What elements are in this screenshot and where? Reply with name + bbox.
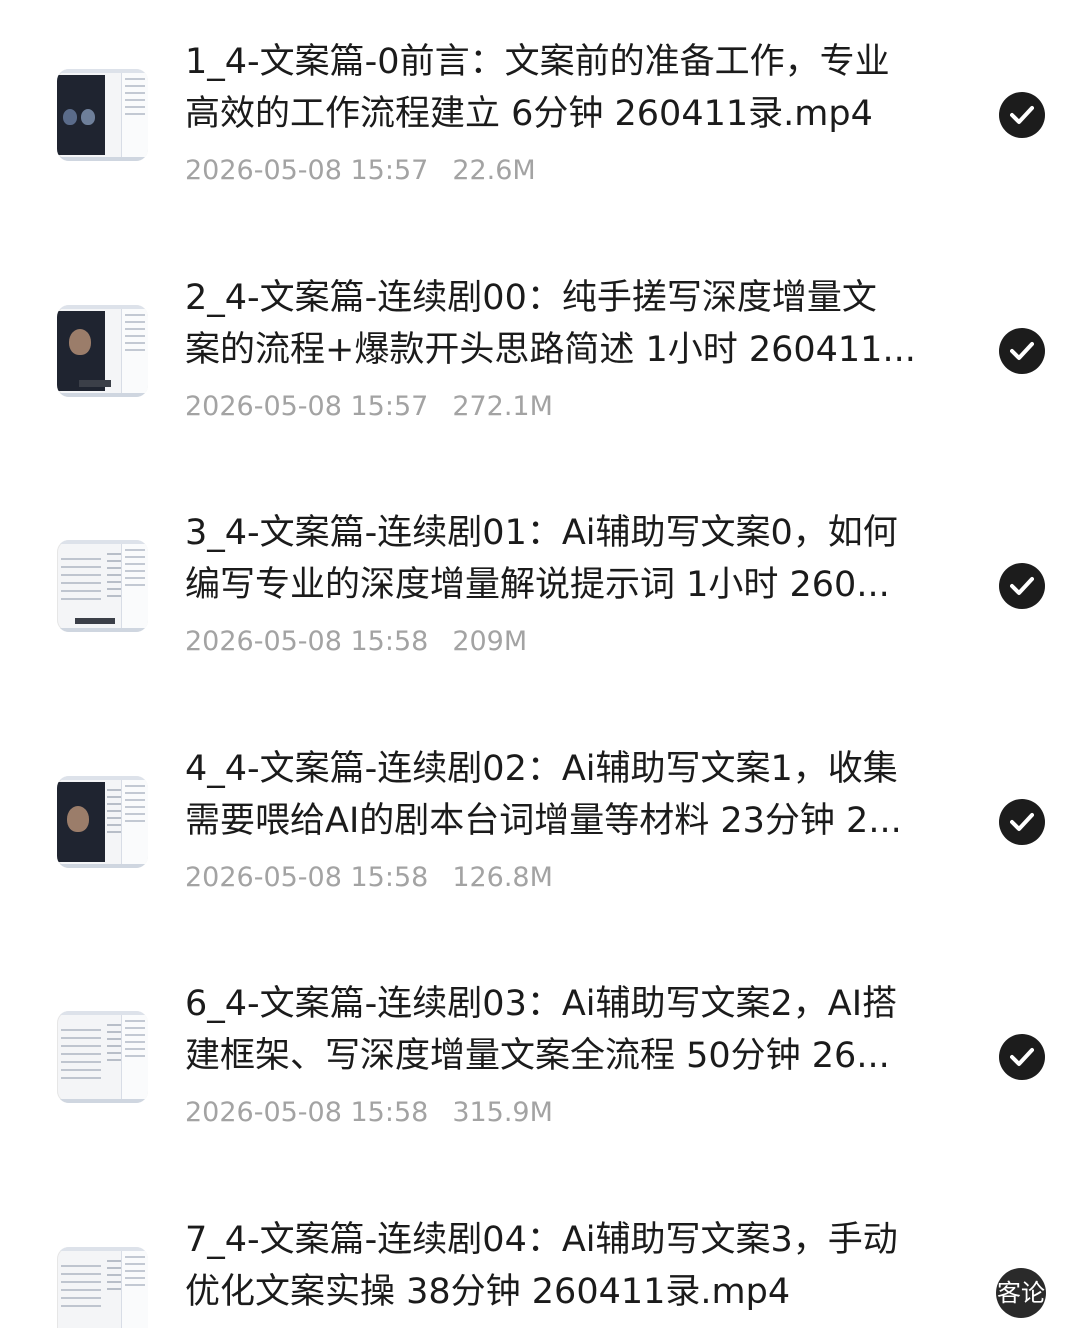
file-size: 22.6M	[452, 155, 536, 186]
file-meta: 2026-05-08 15:58 315.9M	[185, 1096, 553, 1130]
file-meta: 2026-05-08 15:58 209M	[185, 625, 527, 659]
file-title-line: 4_4-文案篇-连续剧02：Ai辅助写文案1，收集	[185, 749, 898, 789]
watermark-logo: 客论	[996, 1268, 1046, 1318]
file-title-line: 建框架、写深度增量文案全流程 50分钟 26...	[185, 1036, 890, 1076]
file-title-line: 需要喂给AI的剧本台词增量等材料 23分钟 2...	[185, 801, 902, 841]
file-list-item[interactable]: 6_4-文案篇-连续剧03：Ai辅助写文案2，AI搭 建框架、写深度增量文案全流…	[0, 942, 1080, 1178]
file-list: 1_4-文案篇-0前言：文案前的准备工作，专业 高效的工作流程建立 6分钟 26…	[0, 0, 1080, 1328]
file-size: 126.8M	[452, 862, 553, 893]
file-title-line: 编写专业的深度增量解说提示词 1小时 260...	[185, 565, 890, 605]
file-meta: 2026-05-08 15:57 22.6M	[185, 154, 536, 188]
file-title-line: 6_4-文案篇-连续剧03：Ai辅助写文案2，AI搭	[185, 984, 898, 1024]
file-date: 2026-05-08 15:57	[185, 155, 429, 186]
file-meta: 2026-05-08 15:57 272.1M	[185, 390, 553, 424]
file-title-line: 1_4-文案篇-0前言：文案前的准备工作，专业	[185, 42, 890, 82]
video-thumbnail-icon	[57, 540, 148, 632]
file-date: 2026-05-08 15:58	[185, 862, 429, 893]
file-size: 209M	[452, 626, 528, 657]
watermark-text: 客论	[997, 1279, 1045, 1307]
file-title-line: 案的流程+爆款开头思路简述 1小时 260411...	[185, 330, 916, 370]
file-date: 2026-05-08 15:57	[185, 391, 429, 422]
video-thumbnail-icon	[57, 776, 148, 868]
file-list-item[interactable]: 7_4-文案篇-连续剧04：Ai辅助写文案3，手动 优化文案实操 38分钟 26…	[0, 1178, 1080, 1328]
video-thumbnail-icon	[57, 305, 148, 397]
video-thumbnail-icon	[57, 1011, 148, 1103]
checkmark-icon[interactable]	[999, 92, 1045, 138]
file-list-item[interactable]: 3_4-文案篇-连续剧01：Ai辅助写文案0，如何 编写专业的深度增量解说提示词…	[0, 471, 1080, 707]
file-size: 315.9M	[452, 1097, 553, 1128]
file-title-line: 优化文案实操 38分钟 260411录.mp4	[185, 1272, 791, 1312]
file-date: 2026-05-08 15:58	[185, 626, 429, 657]
video-thumbnail-icon	[57, 1247, 148, 1328]
file-list-item[interactable]: 4_4-文案篇-连续剧02：Ai辅助写文案1，收集 需要喂给AI的剧本台词增量等…	[0, 707, 1080, 943]
file-date: 2026-05-08 15:58	[185, 1097, 429, 1128]
file-title-line: 2_4-文案篇-连续剧00：纯手搓写深度增量文	[185, 278, 877, 318]
file-title-line: 高效的工作流程建立 6分钟 260411录.mp4	[185, 94, 873, 134]
file-title: 6_4-文案篇-连续剧03：Ai辅助写文案2，AI搭 建框架、写深度增量文案全流…	[185, 978, 930, 1082]
video-thumbnail-icon	[57, 69, 148, 161]
file-title: 3_4-文案篇-连续剧01：Ai辅助写文案0，如何 编写专业的深度增量解说提示词…	[185, 507, 930, 611]
file-list-item[interactable]: 1_4-文案篇-0前言：文案前的准备工作，专业 高效的工作流程建立 6分钟 26…	[0, 0, 1080, 236]
file-title: 4_4-文案篇-连续剧02：Ai辅助写文案1，收集 需要喂给AI的剧本台词增量等…	[185, 743, 930, 847]
file-size: 272.1M	[452, 391, 553, 422]
file-meta: 2026-05-08 15:58 126.8M	[185, 861, 553, 895]
checkmark-icon[interactable]	[999, 328, 1045, 374]
file-title: 2_4-文案篇-连续剧00：纯手搓写深度增量文 案的流程+爆款开头思路简述 1小…	[185, 272, 930, 376]
file-title: 7_4-文案篇-连续剧04：Ai辅助写文案3，手动 优化文案实操 38分钟 26…	[185, 1214, 930, 1318]
checkmark-icon[interactable]	[999, 563, 1045, 609]
file-title: 1_4-文案篇-0前言：文案前的准备工作，专业 高效的工作流程建立 6分钟 26…	[185, 36, 930, 140]
checkmark-icon[interactable]	[999, 1034, 1045, 1080]
file-list-item[interactable]: 2_4-文案篇-连续剧00：纯手搓写深度增量文 案的流程+爆款开头思路简述 1小…	[0, 236, 1080, 472]
file-title-line: 3_4-文案篇-连续剧01：Ai辅助写文案0，如何	[185, 513, 898, 553]
checkmark-icon[interactable]	[999, 799, 1045, 845]
file-title-line: 7_4-文案篇-连续剧04：Ai辅助写文案3，手动	[185, 1220, 898, 1260]
